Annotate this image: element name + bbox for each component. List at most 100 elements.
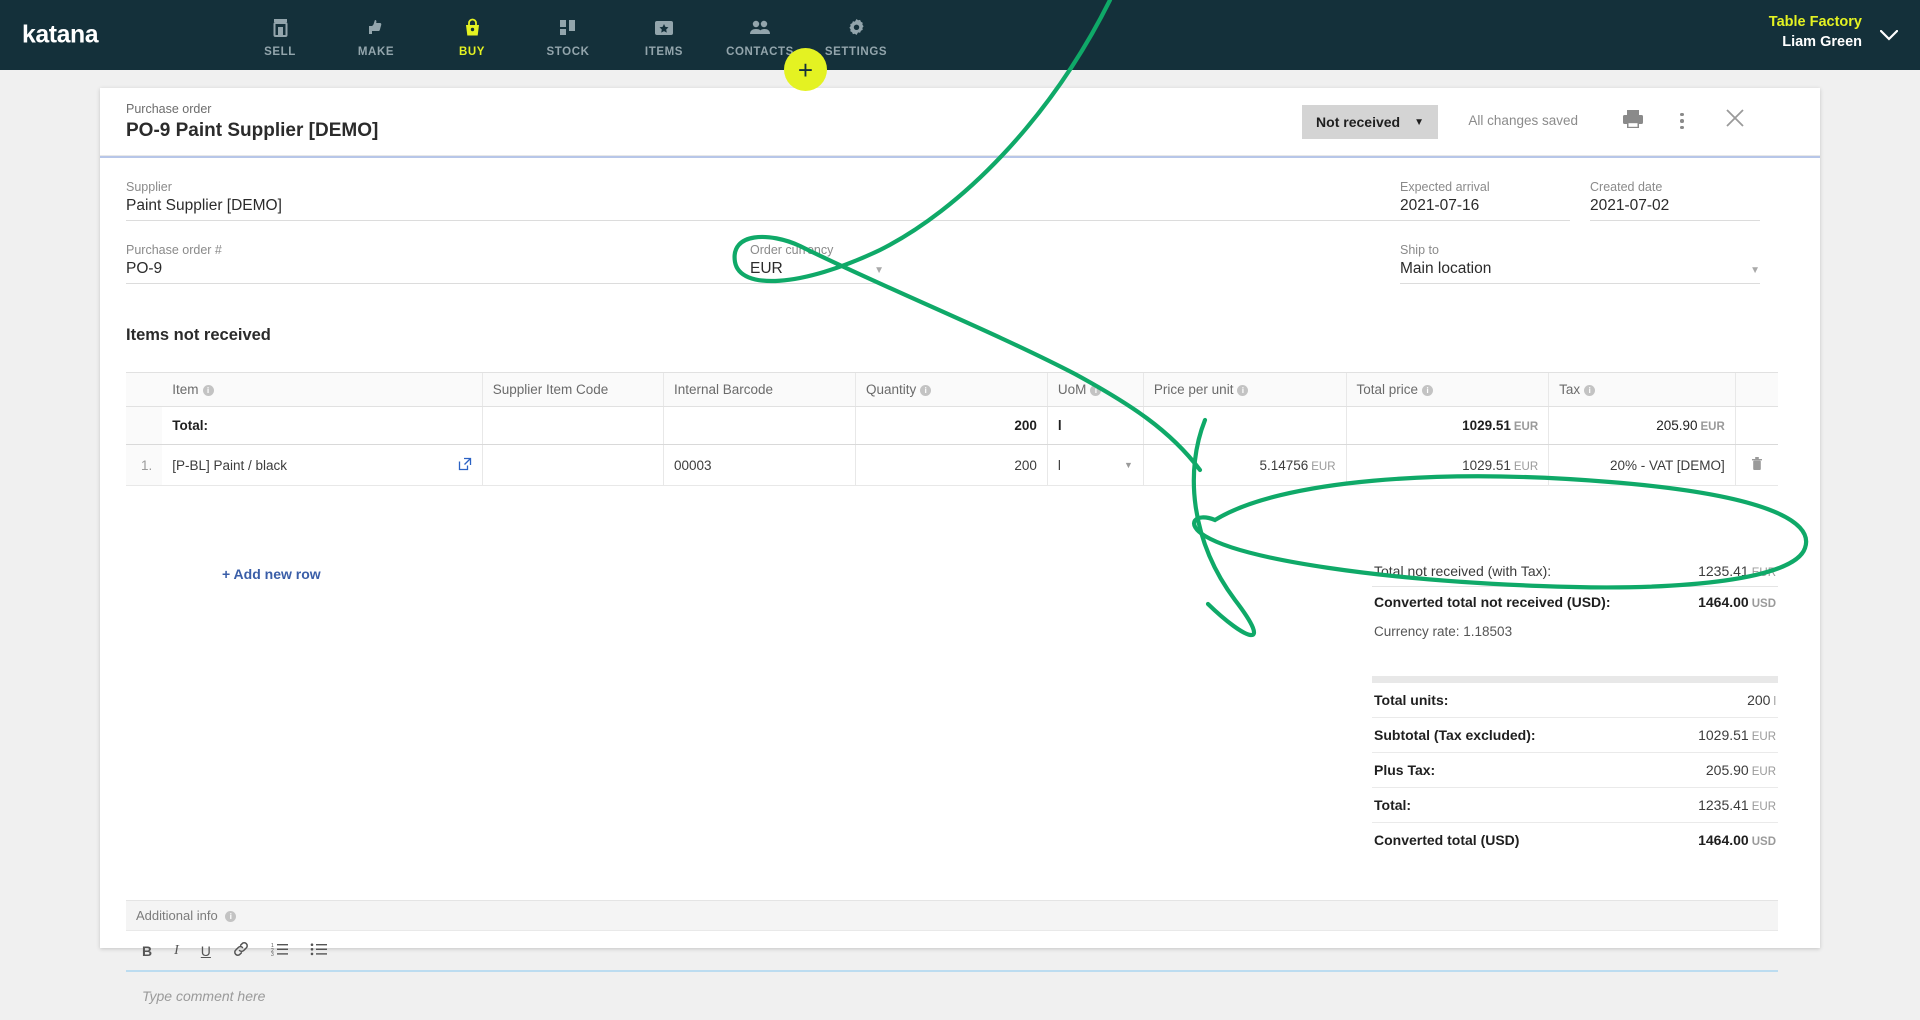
row-total-price: 1029.51 EUR xyxy=(1345,444,1549,486)
bullet-list-icon[interactable] xyxy=(310,942,327,959)
nav-item-make[interactable]: MAKE xyxy=(328,13,424,58)
comment-input[interactable]: Type comment here xyxy=(126,972,1778,1020)
row-price-per-unit[interactable]: 5.14756 EUR xyxy=(1142,444,1347,486)
basket-icon xyxy=(424,15,520,41)
top-navigation-bar: katana SELL MAKE BUY STOCK ITEMS CONTACT… xyxy=(0,0,1920,70)
ship-to-select[interactable]: Main location ▼ xyxy=(1400,260,1760,284)
external-link-icon[interactable] xyxy=(458,457,472,474)
created-date-field[interactable]: Created date 2021-07-02 xyxy=(1590,180,1760,221)
printer-icon[interactable] xyxy=(1621,108,1645,135)
expected-arrival-value: 2021-07-16 xyxy=(1400,197,1570,221)
totals-label: Converted total (USD) xyxy=(1374,832,1520,848)
svg-text:katana: katana xyxy=(22,22,99,49)
col-total-price: Total price i xyxy=(1345,372,1549,407)
order-currency-select[interactable]: EUR ▼ xyxy=(750,260,884,284)
totals-divider xyxy=(1372,676,1778,683)
chevron-down-icon: ▼ xyxy=(1123,460,1133,470)
row-item-cell[interactable]: [P-BL] Paint / black xyxy=(162,444,483,486)
order-currency-label: Order currency xyxy=(750,243,834,257)
totals-row-total: Total: 1235.41 EUR xyxy=(1372,788,1778,823)
created-date-value: 2021-07-02 xyxy=(1590,197,1760,221)
thumbs-icon xyxy=(328,15,424,41)
additional-info-header: Additional info i xyxy=(126,900,1778,931)
nav-item-buy-label: BUY xyxy=(458,45,486,58)
close-icon[interactable] xyxy=(1724,107,1746,134)
order-currency-field[interactable]: Order currency EUR ▼ xyxy=(750,243,884,284)
totals-value: 1029.51 EUR xyxy=(1698,727,1776,743)
katana-logo[interactable]: katana xyxy=(22,18,142,52)
info-icon[interactable]: i xyxy=(1237,385,1249,396)
add-new-button[interactable]: + xyxy=(784,48,827,91)
row-quantity[interactable]: 200 xyxy=(854,444,1048,486)
nav-item-stock[interactable]: STOCK xyxy=(520,13,616,58)
row-supplier-item-code[interactable] xyxy=(481,444,664,486)
col-uom: UoM i xyxy=(1046,372,1144,407)
col-quantity: Quantity i xyxy=(854,372,1048,407)
items-table: Item i Supplier Item Code Internal Barcod… xyxy=(126,372,1778,486)
info-icon[interactable]: i xyxy=(225,911,237,922)
total-row-quantity: 200 xyxy=(854,406,1048,445)
totals-row-converted-total: Converted total (USD) 1464.00 USD xyxy=(1372,823,1778,857)
user-account-box[interactable]: Table Factory Liam Green xyxy=(1769,13,1862,52)
ordered-list-icon[interactable]: 123 xyxy=(271,942,288,959)
nav-item-sell[interactable]: SELL xyxy=(232,13,328,58)
total-row-barcode xyxy=(662,406,856,445)
row-item-name: [P-BL] Paint / black xyxy=(172,457,288,473)
chevron-down-icon[interactable] xyxy=(1879,28,1899,46)
summary-label: Converted total not received (USD): xyxy=(1374,594,1611,610)
table-row[interactable]: 1. [P-BL] Paint / black 00003 200 l ▼ 5.… xyxy=(126,444,1778,486)
nav-item-items[interactable]: ITEMS xyxy=(616,13,712,58)
totals-label: Total units: xyxy=(1374,692,1449,708)
table-header-row: Item i Supplier Item Code Internal Barcod… xyxy=(126,372,1778,407)
info-icon[interactable]: i xyxy=(920,385,932,396)
underline-icon[interactable]: U xyxy=(201,943,211,959)
col-actions xyxy=(1734,372,1778,407)
link-icon[interactable] xyxy=(233,941,249,960)
nav-item-settings[interactable]: SETTINGS xyxy=(808,13,904,58)
supplier-label: Supplier xyxy=(126,180,172,194)
chevron-down-icon: ▼ xyxy=(1414,116,1424,128)
card-header: Purchase order PO-9 Paint Supplier [DEMO… xyxy=(100,88,1820,156)
not-received-summary: Total not received (with Tax): 1235.41 EU… xyxy=(1372,556,1778,646)
total-row-number xyxy=(126,406,163,445)
row-tax[interactable]: 20% - VAT [DEMO] xyxy=(1548,444,1736,486)
totals-summary: Total units: 200 l Subtotal (Tax excluded… xyxy=(1372,676,1778,857)
italic-icon[interactable]: I xyxy=(174,943,179,959)
bold-icon[interactable]: B xyxy=(142,943,152,959)
trash-icon[interactable] xyxy=(1751,457,1763,474)
info-icon[interactable]: i xyxy=(1584,385,1596,396)
add-new-row-button[interactable]: + Add new row xyxy=(222,566,321,582)
total-row-tax: 205.90 EUR xyxy=(1548,406,1736,445)
chevron-down-icon: ▼ xyxy=(874,265,884,276)
expected-arrival-field[interactable]: Expected arrival 2021-07-16 xyxy=(1400,180,1570,221)
nav-item-buy[interactable]: BUY xyxy=(424,13,520,58)
summary-value: 1464.00 USD xyxy=(1698,594,1776,610)
info-icon[interactable]: i xyxy=(1090,385,1102,396)
status-dropdown-button[interactable]: Not received ▼ xyxy=(1302,105,1438,139)
info-icon[interactable]: i xyxy=(1422,385,1434,396)
summary-row-converted-total-not-received: Converted total not received (USD): 1464… xyxy=(1372,586,1778,617)
row-uom-value: l xyxy=(1057,457,1061,473)
rich-text-toolbar: B I U 123 xyxy=(126,931,1778,972)
more-vertical-icon[interactable] xyxy=(1672,108,1692,134)
row-uom-select[interactable]: l ▼ xyxy=(1046,444,1144,486)
summary-row-total-not-received: Total not received (with Tax): 1235.41 EU… xyxy=(1372,556,1778,586)
status-label: Not received xyxy=(1316,114,1401,130)
summary-value: 1235.41 EUR xyxy=(1698,563,1776,579)
ship-to-field[interactable]: Ship to Main location ▼ xyxy=(1400,243,1760,284)
items-section-title: Items not received xyxy=(126,326,271,344)
col-number xyxy=(126,372,163,407)
col-supplier-item-code: Supplier Item Code xyxy=(481,372,664,407)
svg-text:3: 3 xyxy=(271,952,274,956)
total-row-total-price: 1029.51 EUR xyxy=(1345,406,1549,445)
row-internal-barcode[interactable]: 00003 xyxy=(662,444,856,486)
purchase-order-number-field[interactable]: Purchase order # PO-9 xyxy=(126,243,774,284)
created-date-label: Created date xyxy=(1590,180,1663,194)
supplier-field[interactable]: Supplier Paint Supplier [DEMO] xyxy=(126,180,1426,221)
info-icon[interactable]: i xyxy=(202,385,214,396)
table-total-row: Total: 200 l 1029.51 EUR 205.90 EUR xyxy=(126,406,1778,445)
chevron-down-icon: ▼ xyxy=(1750,265,1760,276)
summary-label: Total not received (with Tax): xyxy=(1374,563,1552,579)
nav-item-make-label: MAKE xyxy=(357,45,395,58)
row-delete-button[interactable] xyxy=(1734,444,1778,486)
